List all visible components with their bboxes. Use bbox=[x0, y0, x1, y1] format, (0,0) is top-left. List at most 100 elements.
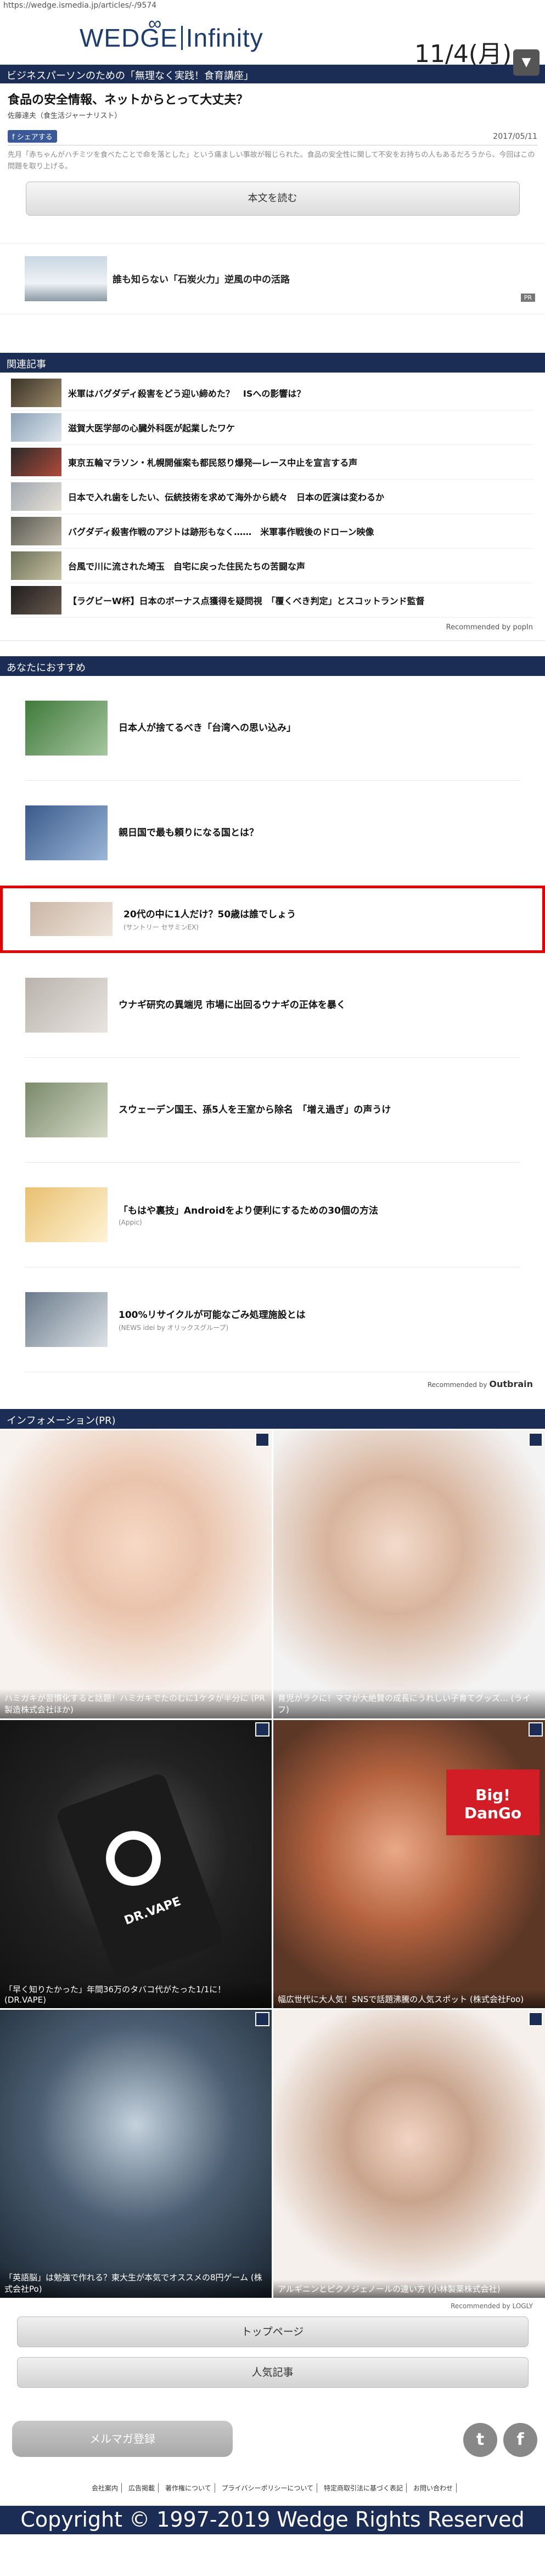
popin-credit[interactable]: Recommended by popIn bbox=[0, 618, 545, 641]
related-thumbnail bbox=[11, 585, 61, 615]
recommend-heading: あなたにおすすめ bbox=[0, 656, 545, 676]
recommend-title: スウェーデン国王、孫5人を王室から除名 「増え過ぎ」の声うけ bbox=[119, 1104, 391, 1116]
info-item[interactable]: 育児がラクに！ママが大絶賛の成長にうれしい子育てグッズ… (ライフ) bbox=[273, 1430, 545, 1718]
related-title: 【ラグビーW杯】日本のボーナス点獲得を疑問視 「覆くべき判定」とスコットランド監… bbox=[68, 595, 425, 606]
info-item[interactable]: Big! DanGo 幅広世代に大人気！SNSで話題沸騰の人気スポット (株式会社… bbox=[273, 1720, 545, 2008]
footer-links: 会社案内 広告掲載 著作権について プライバシーポリシーについて 特定商取引法に… bbox=[0, 2483, 545, 2493]
related-title: バグダディ殺害作戦のアジトは跡形もなく…… 米軍事作戦後のドローン映像 bbox=[68, 526, 374, 537]
footer-link-company[interactable]: 会社案内 bbox=[88, 2483, 122, 2493]
related-title: 日本で入れ歯をしたい、伝統技術を求めて海外から続々 日本の匠演は変わるか bbox=[68, 492, 385, 503]
recommend-item-highlighted[interactable]: 20代の中に1人だけ？50歳は誰でしょう (サントリー セサミンEX) bbox=[0, 885, 545, 953]
related-item[interactable]: 滋賀大医学部の心臓外科医が起業したワケ bbox=[11, 410, 534, 445]
copyright: Copyright © 1997-2019 Wedge Rights Reser… bbox=[0, 2505, 545, 2534]
recommend-title: ウナギ研究の異端児 市場に出回るウナギの正体を暴く bbox=[119, 1000, 346, 1011]
logo-divider bbox=[181, 26, 183, 50]
recommend-thumbnail bbox=[25, 1082, 108, 1137]
info-caption: ハミガキが習慣化すると話題！ハミガキでたのむに1ケタが半分に (PR 製造株式会… bbox=[0, 1688, 272, 1718]
recommend-thumbnail bbox=[30, 902, 113, 937]
newsletter-button[interactable]: メルマガ登録 bbox=[12, 2420, 233, 2457]
info-item[interactable]: アルギニンとピクノジェノールの違い方 (小林製薬株式会社) bbox=[273, 2009, 545, 2298]
info-image bbox=[0, 2009, 272, 2298]
pr-badge: PR bbox=[520, 293, 535, 302]
logly-credit[interactable]: Recommended by LOGLY bbox=[0, 2298, 545, 2313]
related-item[interactable]: 米軍はバグダディ殺害をどう迎い締めた？ ISへの影響は？ bbox=[11, 376, 534, 410]
recommend-item[interactable]: スウェーデン国王、孫5人を王室から除名 「増え過ぎ」の声うけ bbox=[25, 1058, 520, 1163]
recommend-item[interactable]: 親日国で最も頼りになる国とは？ bbox=[25, 781, 520, 886]
ad-choice-icon[interactable] bbox=[529, 1722, 543, 1737]
related-title: 東京五輪マラソン・札幌開催案も都民怒り爆発―レース中止を宣言する声 bbox=[68, 457, 358, 468]
recommend-item[interactable]: 日本人が捨てるべき「台湾への思い込み」 bbox=[25, 676, 520, 781]
recommend-sponsor: (NEWS idei by オリックスグループ) bbox=[119, 1323, 229, 1332]
recommend-item[interactable]: 「もはや裏技」Androidをより便利にするための30個の方法 (Appic) bbox=[25, 1163, 520, 1267]
menu-button[interactable]: ▼ bbox=[513, 49, 540, 76]
recommend-thumbnail bbox=[25, 1292, 108, 1347]
publish-date: 2017/05/11 bbox=[493, 132, 537, 141]
ribbon-icon: ∞ bbox=[148, 13, 162, 34]
outbrain-credit-prefix: Recommended by bbox=[427, 1380, 487, 1389]
info-image bbox=[273, 1720, 545, 2008]
ad-choice-icon[interactable] bbox=[529, 2011, 543, 2026]
twitter-icon[interactable]: t bbox=[463, 2422, 497, 2457]
related-heading: 関連記事 bbox=[0, 352, 545, 373]
article-lead: 先月「赤ちゃんがハチミツを食べたことで命を落とした」という痛ましい事故が報じられ… bbox=[8, 151, 535, 171]
related-item[interactable]: 東京五輪マラソン・札幌開催案も都民怒り爆発―レース中止を宣言する声 bbox=[11, 445, 534, 480]
outbrain-logo: Outbrain bbox=[489, 1378, 533, 1389]
info-caption: アルギニンとピクノジェノールの違い方 (小林製薬株式会社) bbox=[273, 2279, 545, 2298]
recommend-thumbnail bbox=[25, 700, 108, 756]
info-item[interactable]: ハミガキが習慣化すると話題！ハミガキでたのむに1ケタが半分に (PR 製造株式会… bbox=[0, 1430, 272, 1718]
top-page-button[interactable]: トップページ bbox=[16, 2316, 529, 2347]
recommend-title: 親日国で最も頼りになる国とは？ bbox=[119, 827, 259, 839]
bigdango-sign: Big! DanGo bbox=[446, 1769, 540, 1835]
vape-brand: DR.VAPE bbox=[122, 1894, 183, 1928]
related-item[interactable]: 台風で川に流された埼玉 自宅に戻った住民たちの苦闘な声 bbox=[11, 549, 534, 583]
recommend-item[interactable]: ウナギ研究の異端児 市場に出回るウナギの正体を暴く bbox=[25, 953, 520, 1058]
footer-link-contact[interactable]: お問い合わせ bbox=[410, 2483, 457, 2493]
promo-item[interactable]: 誰も知らない「石炭火力」逆風の中の活路 PR bbox=[0, 243, 545, 314]
recommend-text: スウェーデン国王、孫5人を王室から除名 「増え過ぎ」の声うけ bbox=[119, 1102, 391, 1118]
info-caption: 幅広世代に大人気！SNSで話題沸騰の人気スポット (株式会社Foo) bbox=[273, 1989, 545, 2008]
site-logo[interactable]: ∞ WEDGE Infinity bbox=[80, 13, 263, 53]
ad-choice-icon[interactable] bbox=[529, 1432, 543, 1447]
footer-link-privacy[interactable]: プライバシーポリシーについて bbox=[218, 2483, 318, 2493]
related-thumbnail bbox=[11, 482, 61, 511]
recommend-text: 日本人が捨てるべき「台湾への思い込み」 bbox=[119, 720, 296, 736]
info-caption: 「早く知りたかった」年間36万のタバコ代がたった1/1に！ (DR.VAPE) bbox=[0, 1980, 272, 2008]
facebook-icon: f bbox=[12, 133, 17, 142]
info-image bbox=[0, 1430, 272, 1718]
related-item[interactable]: 日本で入れ歯をしたい、伝統技術を求めて海外から続々 日本の匠演は変わるか bbox=[11, 480, 534, 514]
related-title: 台風で川に流された埼玉 自宅に戻った住民たちの苦闘な声 bbox=[68, 561, 306, 572]
related-list: 米軍はバグダディ殺害をどう迎い締めた？ ISへの影響は？ 滋賀大医学部の心臓外科… bbox=[0, 373, 545, 618]
recommend-thumbnail bbox=[25, 805, 108, 860]
ad-choice-icon[interactable] bbox=[255, 1432, 269, 1447]
article-header: 食品の安全情報、ネットからとって大丈夫？ 佐藤達夫（食生活ジャーナリスト） f … bbox=[0, 83, 545, 173]
ad-choice-icon[interactable] bbox=[255, 1722, 269, 1737]
related-thumbnail bbox=[11, 516, 61, 545]
footer-link-ads[interactable]: 広告掲載 bbox=[125, 2483, 159, 2493]
header-date: 11/4(月) bbox=[414, 40, 512, 68]
site-header: ∞ WEDGE Infinity 11/4(月) ▼ bbox=[0, 12, 545, 76]
article-author[interactable]: 佐藤達夫（食生活ジャーナリスト） bbox=[8, 110, 537, 120]
recommend-title: 「もはや裏技」Androidをより便利にするための30個の方法 bbox=[119, 1205, 378, 1217]
recommend-text: 「もはや裏技」Androidをより便利にするための30個の方法 (Appic) bbox=[119, 1203, 378, 1226]
footer-link-commerce[interactable]: 特定商取引法に基づく表記 bbox=[321, 2483, 407, 2493]
outbrain-credit[interactable]: Recommended by Outbrain bbox=[0, 1372, 545, 1409]
read-more-button[interactable]: 本文を読む bbox=[25, 181, 520, 216]
recommend-item[interactable]: 100%リサイクルが可能なごみ処理施設とは (NEWS idei by オリックス… bbox=[25, 1267, 520, 1372]
recommend-text: 親日国で最も頼りになる国とは？ bbox=[119, 825, 259, 841]
ad-choice-icon[interactable] bbox=[255, 2011, 269, 2026]
facebook-icon[interactable]: f bbox=[503, 2422, 537, 2457]
article-title: 食品の安全情報、ネットからとって大丈夫？ bbox=[8, 93, 249, 107]
info-caption: 「英語脳」は勉強で作れる？東大生が本気でオススメの8円ゲーム (株式会社Po) bbox=[0, 2268, 272, 2298]
logo-infinity: Infinity bbox=[186, 24, 263, 52]
recommend-list: 日本人が捨てるべき「台湾への思い込み」 親日国で最も頼りになる国とは？ 20代の… bbox=[0, 676, 545, 1372]
facebook-share-button[interactable]: f シェアする bbox=[8, 130, 57, 143]
recommend-thumbnail bbox=[25, 977, 108, 1033]
chevron-down-icon: ▼ bbox=[521, 55, 531, 69]
info-item[interactable]: DR.VAPE 「早く知りたかった」年間36万のタバコ代がたった1/1に！ (DR… bbox=[0, 1720, 272, 2008]
related-item[interactable]: バグダディ殺害作戦のアジトは跡形もなく…… 米軍事作戦後のドローン映像 bbox=[11, 514, 534, 549]
info-item[interactable]: 「英語脳」は勉強で作れる？東大生が本気でオススメの8円ゲーム (株式会社Po) bbox=[0, 2009, 272, 2298]
promo-title: 誰も知らない「石炭火力」逆風の中の活路 bbox=[113, 274, 290, 286]
footer-link-copyright[interactable]: 著作権について bbox=[162, 2483, 215, 2493]
related-item[interactable]: 【ラグビーW杯】日本のボーナス点獲得を疑問視 「覆くべき判定」とスコットランド監… bbox=[11, 583, 534, 618]
popular-articles-button[interactable]: 人気記事 bbox=[16, 2357, 529, 2388]
